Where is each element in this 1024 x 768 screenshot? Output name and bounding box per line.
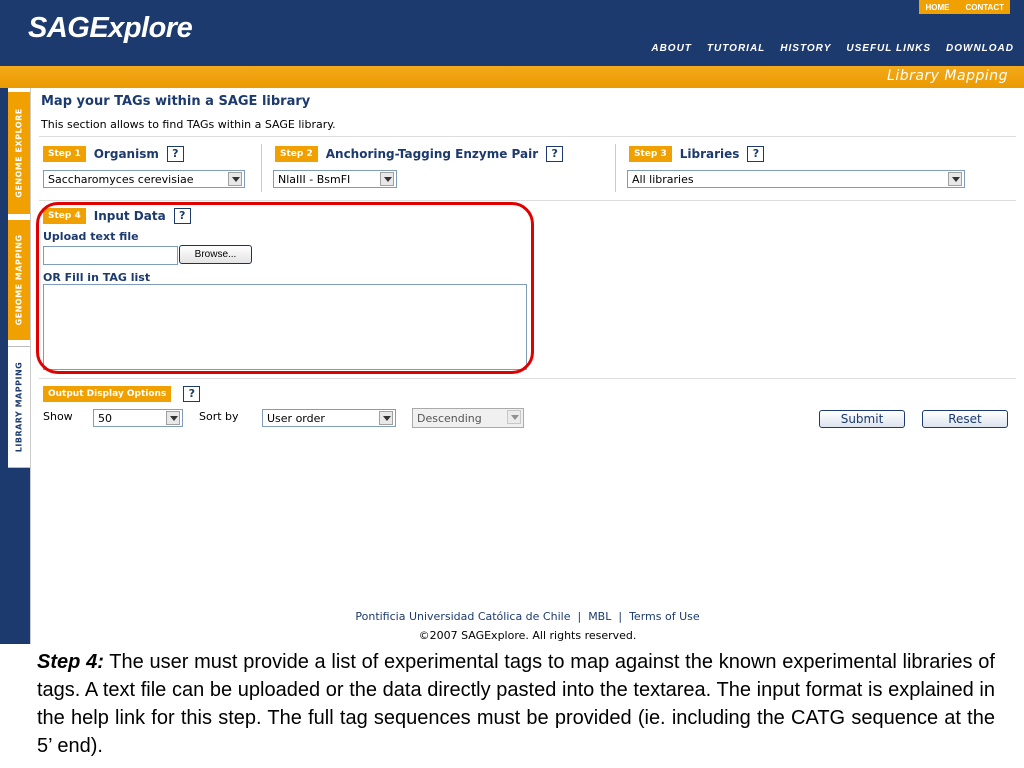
step-2-badge: Step 2 bbox=[275, 146, 318, 162]
nav-about[interactable]: ABOUT bbox=[651, 43, 692, 54]
chevron-down-icon bbox=[379, 411, 393, 425]
section-bar: Library Mapping bbox=[0, 66, 1024, 88]
step-2-label: Anchoring-Tagging Enzyme Pair bbox=[325, 147, 539, 161]
output-help-icon[interactable]: ? bbox=[183, 386, 201, 402]
chevron-down-icon bbox=[380, 172, 394, 186]
chevron-down-icon bbox=[507, 410, 521, 424]
step-1-badge: Step 1 bbox=[43, 146, 86, 162]
footer-separator: | bbox=[577, 610, 582, 623]
output-options-header: Output Display Options ? bbox=[43, 386, 201, 402]
nav-tutorial[interactable]: TUTORIAL bbox=[707, 43, 765, 54]
sort-by-select[interactable]: User order bbox=[262, 409, 396, 427]
tab-library-mapping-label: LIBRARY MAPPING bbox=[14, 361, 24, 453]
sort-by-label: Sort by bbox=[199, 410, 239, 423]
enzyme-pair-select[interactable]: NlaIII - BsmFI bbox=[273, 170, 397, 188]
libraries-select-value: All libraries bbox=[632, 172, 694, 186]
enzyme-pair-select-value: NlaIII - BsmFI bbox=[278, 172, 351, 186]
tab-genome-explore-label: GENOME EXPLORE bbox=[14, 108, 24, 198]
page-description: This section allows to find TAGs within … bbox=[41, 118, 336, 131]
footer-separator: | bbox=[618, 610, 623, 623]
libraries-select[interactable]: All libraries bbox=[627, 170, 965, 188]
tab-library-mapping[interactable]: LIBRARY MAPPING bbox=[8, 346, 31, 468]
nav-useful-links[interactable]: USEFUL LINKS bbox=[846, 43, 931, 54]
slide-caption: Step 4: The user must provide a list of … bbox=[37, 648, 995, 760]
step-1-label: Organism bbox=[93, 147, 159, 161]
step-1-header: Step 1 Organism ? bbox=[43, 146, 184, 162]
step-separator bbox=[615, 144, 616, 192]
main-nav: ABOUT TUTORIAL HISTORY USEFUL LINKS DOWN… bbox=[651, 43, 1014, 54]
caption-text: The user must provide a list of experime… bbox=[37, 651, 995, 757]
step-3-header: Step 3 Libraries ? bbox=[629, 146, 765, 162]
footer-link-university[interactable]: Pontificia Universidad Católica de Chile bbox=[355, 610, 570, 623]
footer-copyright: ©2007 SAGExplore. All rights reserved. bbox=[418, 629, 637, 642]
divider bbox=[39, 200, 1016, 201]
divider bbox=[39, 136, 1016, 137]
sort-order-select[interactable]: Descending bbox=[412, 408, 524, 428]
step-4-highlight bbox=[36, 202, 534, 374]
nav-history[interactable]: HISTORY bbox=[780, 43, 831, 54]
tab-genome-mapping[interactable]: GENOME MAPPING bbox=[8, 220, 30, 340]
chevron-down-icon bbox=[228, 172, 242, 186]
divider bbox=[39, 378, 1016, 379]
step-3-help-icon[interactable]: ? bbox=[747, 146, 765, 162]
home-link[interactable]: HOME bbox=[925, 3, 949, 12]
nav-download[interactable]: DOWNLOAD bbox=[946, 43, 1014, 54]
tab-genome-explore[interactable]: GENOME EXPLORE bbox=[8, 92, 30, 214]
section-title: Library Mapping bbox=[887, 68, 1008, 84]
step-2-help-icon[interactable]: ? bbox=[546, 146, 564, 162]
chevron-down-icon bbox=[948, 172, 962, 186]
sidebar-strip bbox=[0, 88, 8, 644]
top-links: HOME CONTACT bbox=[919, 0, 1010, 14]
contact-link[interactable]: CONTACT bbox=[965, 3, 1004, 12]
caption-lead: Step 4: bbox=[37, 651, 104, 673]
step-2-header: Step 2 Anchoring-Tagging Enzyme Pair ? bbox=[275, 146, 564, 162]
footer-link-terms[interactable]: Terms of Use bbox=[629, 610, 700, 623]
sort-by-value: User order bbox=[267, 411, 325, 425]
step-3-badge: Step 3 bbox=[629, 146, 672, 162]
footer-link-mbl[interactable]: MBL bbox=[588, 610, 611, 623]
step-separator bbox=[261, 144, 262, 192]
step-1-help-icon[interactable]: ? bbox=[166, 146, 184, 162]
organism-select-value: Saccharomyces cerevisiae bbox=[48, 172, 194, 186]
sort-order-value: Descending bbox=[417, 411, 482, 425]
show-count-select[interactable]: 50 bbox=[93, 409, 183, 427]
page-title: Map your TAGs within a SAGE library bbox=[41, 94, 311, 109]
output-options-badge: Output Display Options bbox=[43, 386, 172, 402]
site-logo[interactable]: SAGExplore bbox=[28, 12, 193, 45]
submit-button[interactable]: Submit bbox=[819, 410, 905, 428]
show-count-value: 50 bbox=[98, 411, 112, 425]
site-header: SAGExplore HOME CONTACT ABOUT TUTORIAL H… bbox=[0, 0, 1024, 66]
step-3-label: Libraries bbox=[679, 147, 740, 161]
organism-select[interactable]: Saccharomyces cerevisiae bbox=[43, 170, 245, 188]
tab-genome-mapping-label: GENOME MAPPING bbox=[14, 234, 24, 326]
sidebar-fill bbox=[8, 468, 31, 644]
footer-links: Pontificia Universidad Católica de Chile… bbox=[31, 610, 1024, 623]
show-label: Show bbox=[43, 410, 73, 423]
reset-button[interactable]: Reset bbox=[922, 410, 1008, 428]
chevron-down-icon bbox=[166, 411, 180, 425]
